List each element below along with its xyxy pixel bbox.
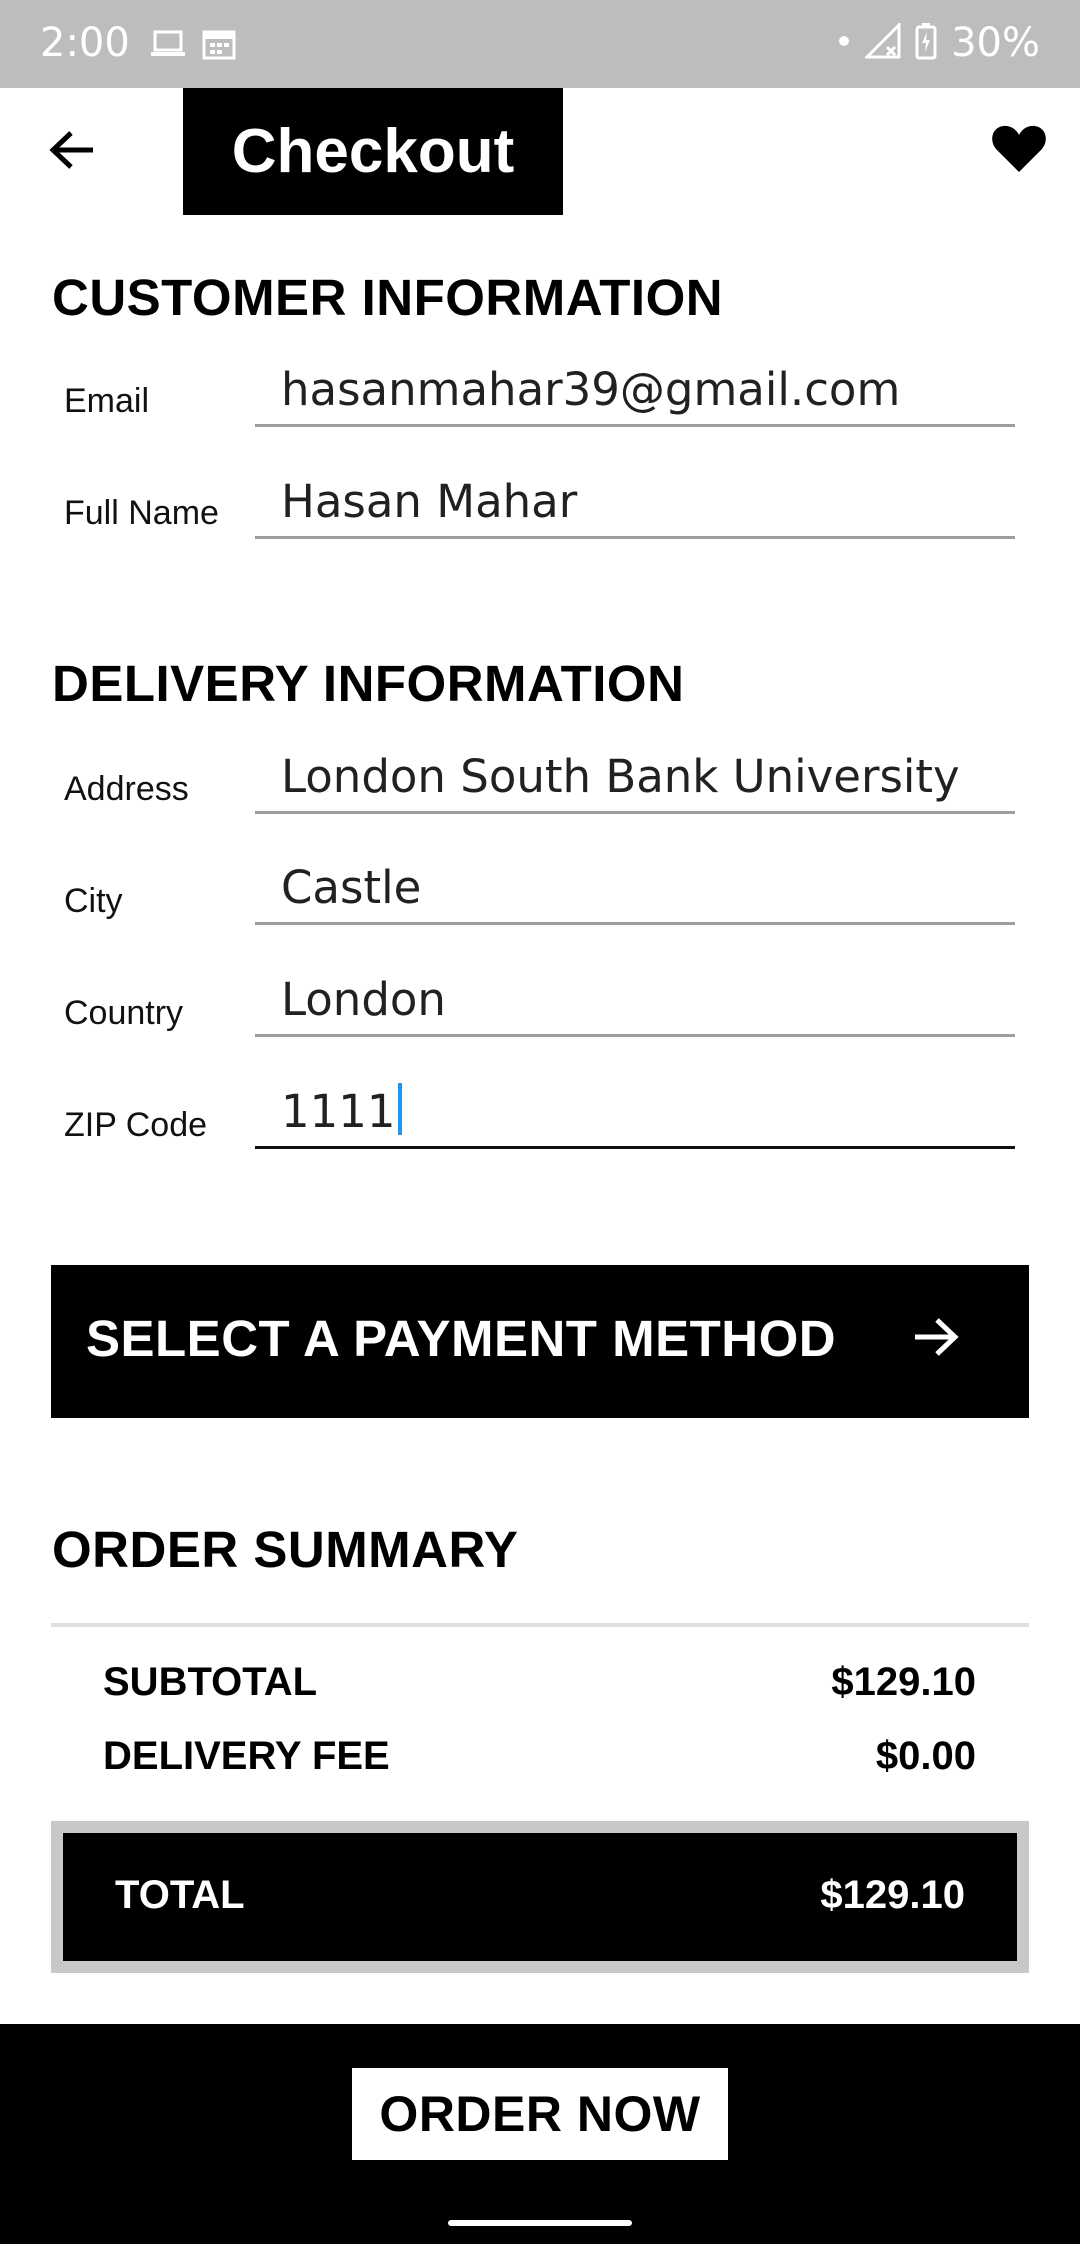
status-time: 2:00 bbox=[40, 20, 130, 66]
home-indicator[interactable] bbox=[448, 2220, 632, 2226]
arrow-left-icon bbox=[49, 129, 95, 176]
select-payment-method-button[interactable]: SELECT A PAYMENT METHOD bbox=[51, 1265, 1029, 1418]
bottom-bar: ORDER NOW bbox=[0, 2024, 1080, 2244]
text-cursor bbox=[397, 1083, 402, 1135]
total-label: TOTAL bbox=[115, 1873, 245, 1917]
arrow-right-icon bbox=[913, 1315, 959, 1364]
full-name-value: Hasan Mahar bbox=[281, 475, 578, 528]
full-name-field[interactable]: Hasan Mahar bbox=[255, 469, 1015, 539]
page-title: Checkout bbox=[183, 88, 563, 215]
checkout-screen: 2:00 30% Checkout CUSTOMER INFORMATION E… bbox=[0, 0, 1080, 2244]
dot-icon bbox=[837, 34, 851, 53]
app-bar: Checkout bbox=[0, 88, 1080, 216]
status-system-icons: 30% bbox=[837, 20, 1040, 66]
heart-icon bbox=[991, 124, 1047, 179]
order-now-button[interactable]: ORDER NOW bbox=[352, 2068, 728, 2160]
address-value: London South Bank University bbox=[281, 750, 960, 803]
subtotal-value: $129.10 bbox=[831, 1660, 976, 1704]
full-name-label: Full Name bbox=[64, 494, 219, 532]
city-value: Castle bbox=[281, 861, 422, 914]
total-row: TOTAL $129.10 bbox=[51, 1821, 1029, 1973]
email-field[interactable]: hasanmahar39@gmail.com bbox=[255, 357, 1015, 427]
laptop-icon bbox=[150, 28, 186, 65]
total-inner: TOTAL $129.10 bbox=[63, 1833, 1017, 1961]
country-field[interactable]: London bbox=[255, 967, 1015, 1037]
zip-code-text: 1111 bbox=[281, 1083, 402, 1138]
summary-divider bbox=[51, 1623, 1029, 1627]
zip-code-field[interactable]: 1111 bbox=[255, 1079, 1015, 1149]
customer-info-heading: CUSTOMER INFORMATION bbox=[52, 269, 724, 326]
status-bar: 2:00 30% bbox=[0, 0, 1080, 88]
battery-percent: 30% bbox=[951, 20, 1040, 66]
status-notification-icons bbox=[150, 28, 236, 65]
city-field[interactable]: Castle bbox=[255, 855, 1015, 925]
city-label: City bbox=[64, 882, 123, 920]
signal-icon bbox=[863, 20, 901, 64]
email-value: hasanmahar39@gmail.com bbox=[281, 363, 901, 416]
address-label: Address bbox=[64, 770, 189, 808]
favorites-button[interactable] bbox=[986, 118, 1052, 184]
subtotal-label: SUBTOTAL bbox=[103, 1660, 318, 1704]
country-value: London bbox=[281, 973, 446, 1026]
calendar-icon bbox=[202, 28, 236, 65]
zip-code-value: 1111 bbox=[281, 1085, 396, 1138]
address-field[interactable]: London South Bank University bbox=[255, 744, 1015, 814]
battery-charging-icon bbox=[915, 22, 937, 65]
zip-code-label: ZIP Code bbox=[64, 1106, 208, 1144]
delivery-info-heading: DELIVERY INFORMATION bbox=[52, 655, 685, 712]
total-value: $129.10 bbox=[820, 1873, 965, 1917]
email-label: Email bbox=[64, 382, 150, 420]
back-button[interactable] bbox=[40, 120, 104, 184]
order-summary-heading: ORDER SUMMARY bbox=[52, 1521, 519, 1578]
country-label: Country bbox=[64, 994, 184, 1032]
delivery-fee-value: $0.00 bbox=[875, 1734, 976, 1778]
delivery-fee-label: DELIVERY FEE bbox=[103, 1734, 390, 1778]
payment-method-label: SELECT A PAYMENT METHOD bbox=[86, 1310, 837, 1367]
